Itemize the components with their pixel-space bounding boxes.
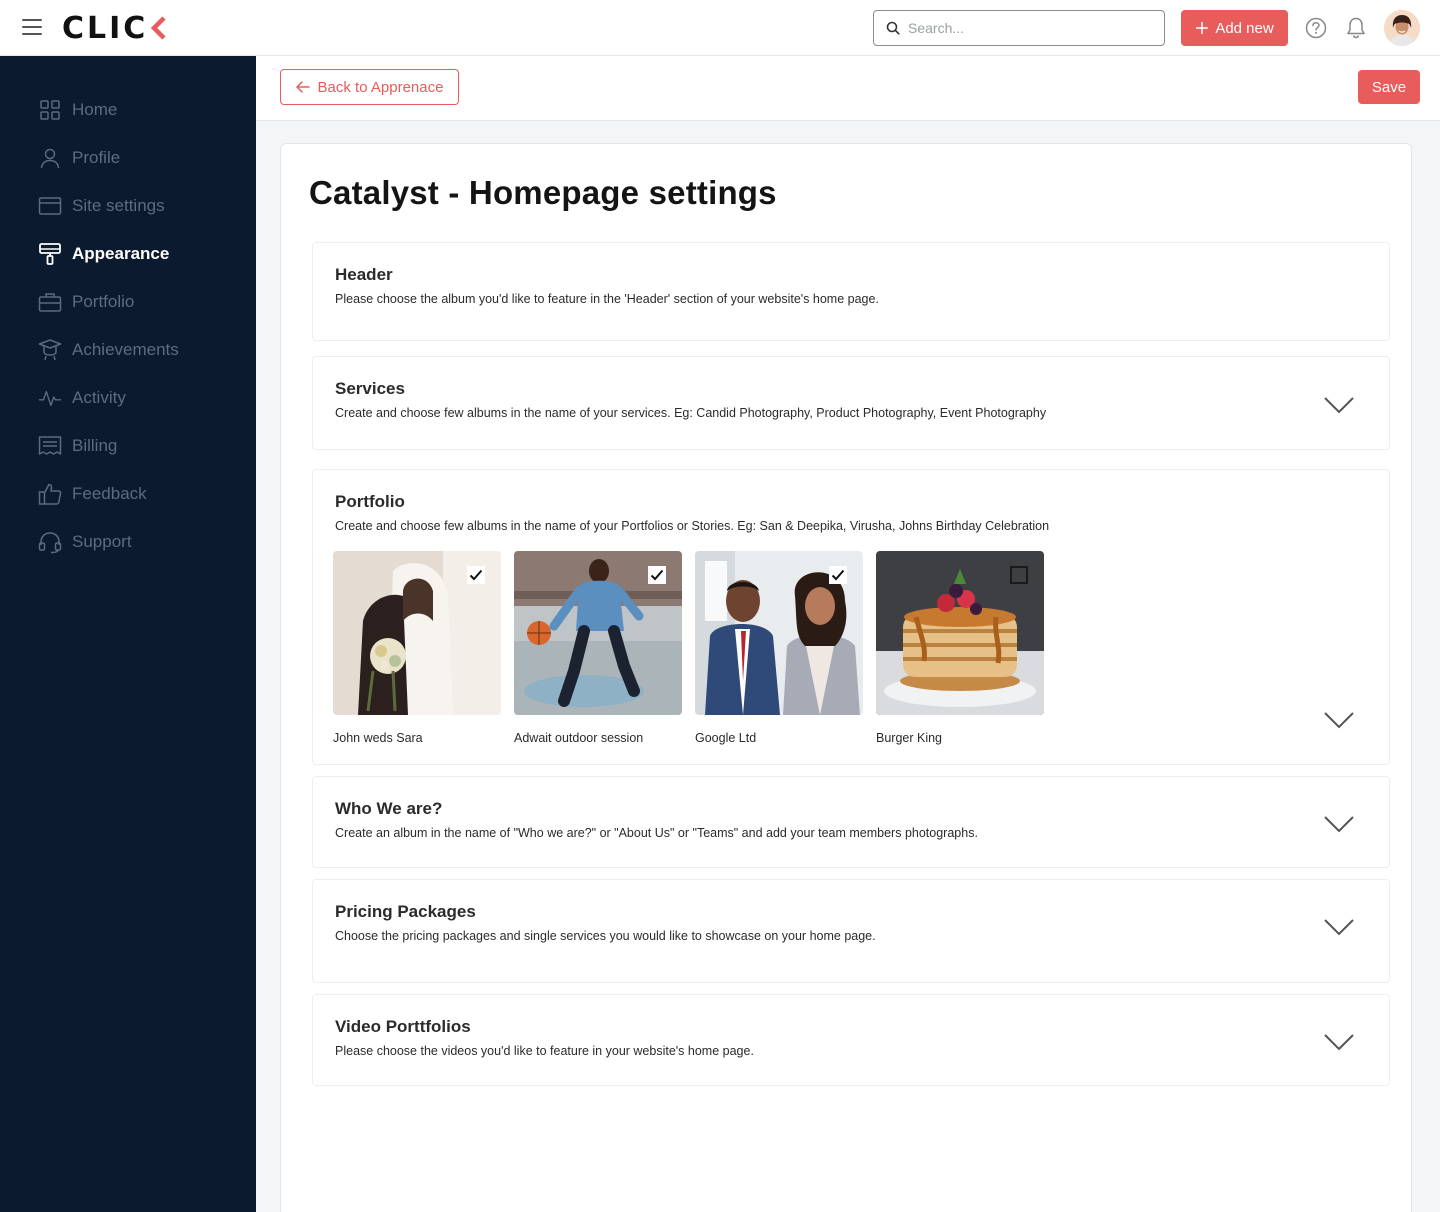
album-card[interactable]: John weds Sara — [333, 551, 501, 745]
receipt-icon — [38, 434, 62, 458]
section-pricing-packages[interactable]: Pricing Packages Choose the pricing pack… — [312, 879, 1390, 983]
album-checkbox[interactable] — [467, 566, 485, 584]
sidebar-item-achievements[interactable]: Achievements — [0, 326, 256, 374]
album-checkbox[interactable] — [1010, 566, 1028, 584]
help-icon[interactable] — [1305, 17, 1327, 39]
album-name: Google Ltd — [695, 731, 757, 745]
album-name: Adwait outdoor session — [514, 731, 644, 745]
section-description: Create an album in the name of "Who we a… — [335, 826, 978, 840]
album-name: John weds Sara — [333, 731, 423, 745]
logo-text: CLIC — [62, 10, 149, 46]
save-button[interactable]: Save — [1358, 70, 1420, 104]
sidebar-item-site-settings[interactable]: Site settings — [0, 182, 256, 230]
arrow-left-icon — [295, 81, 310, 93]
section-description: Choose the pricing packages and single s… — [335, 929, 876, 943]
sidebar-item-feedback[interactable]: Feedback — [0, 470, 256, 518]
sidebar-item-label: Site settings — [72, 196, 165, 215]
pulse-icon — [38, 386, 62, 410]
album-checkbox[interactable] — [648, 566, 666, 584]
user-avatar[interactable] — [1384, 10, 1420, 46]
checkmark-icon — [831, 569, 845, 581]
sidebar-item-home[interactable]: Home — [0, 86, 256, 134]
section-title: Who We are? — [335, 799, 443, 818]
checkmark-icon — [469, 569, 483, 581]
settings-card: Catalyst - Homepage settings Header Plea… — [280, 143, 1412, 1212]
section-video-portfolios[interactable]: Video Porttfolios Please choose the vide… — [312, 994, 1390, 1086]
sidebar-item-label: Activity — [72, 388, 126, 407]
section-title: Pricing Packages — [335, 902, 476, 921]
user-icon — [38, 146, 62, 170]
album-name: Burger King — [876, 731, 943, 745]
back-button-label: Back to Apprenace — [317, 78, 444, 96]
chevron-down-icon[interactable] — [1323, 395, 1355, 415]
notification-bell-icon[interactable] — [1345, 16, 1367, 40]
section-description: Create and choose few albums in the name… — [335, 519, 1050, 533]
album-card[interactable]: Burger King — [876, 551, 1044, 745]
album-card[interactable]: Google Ltd — [695, 551, 863, 745]
action-bar: Back to Apprenace Save — [256, 56, 1440, 121]
sidebar-item-label: Billing — [72, 436, 118, 455]
avatar-image — [1384, 10, 1420, 46]
sidebar-item-label: Support — [72, 532, 132, 551]
section-title: Header — [335, 265, 393, 284]
album-checkbox[interactable] — [829, 566, 847, 584]
sidebar-item-appearance[interactable]: Appearance — [0, 230, 256, 278]
search-input[interactable] — [908, 20, 1148, 36]
album-card[interactable]: Adwait outdoor session — [514, 551, 682, 745]
sidebar-item-profile[interactable]: Profile — [0, 134, 256, 182]
headset-icon — [38, 530, 62, 554]
section-portfolio[interactable]: Portfolio Create and choose few albums i… — [312, 469, 1390, 765]
sidebar-item-support[interactable]: Support — [0, 518, 256, 566]
chevron-down-icon[interactable] — [1323, 814, 1355, 834]
section-who-we-are[interactable]: Who We are? Create an album in the name … — [312, 776, 1390, 868]
sidebar-item-label: Home — [72, 100, 118, 119]
window-icon — [38, 194, 62, 218]
sidebar-item-label: Profile — [72, 148, 121, 167]
sidebar-item-label: Feedback — [72, 484, 147, 503]
album-thumbnail[interactable] — [876, 551, 1044, 715]
section-description: Please choose the videos you'd like to f… — [335, 1044, 754, 1058]
graduation-cap-icon — [38, 338, 62, 362]
chevron-down-icon[interactable] — [1323, 917, 1355, 937]
section-title: Services — [335, 379, 405, 398]
album-thumbnail[interactable] — [333, 551, 501, 715]
chevron-down-icon[interactable] — [1323, 710, 1355, 730]
back-button[interactable]: Back to Apprenace — [280, 69, 459, 105]
section-description: Create and choose few albums in the name… — [335, 406, 1047, 420]
section-description: Please choose the album you'd like to fe… — [335, 292, 879, 306]
sidebar-item-label: Achievements — [72, 340, 179, 359]
hamburger-menu-icon[interactable] — [22, 19, 42, 35]
search-box[interactable] — [873, 10, 1165, 46]
section-title: Portfolio — [335, 492, 405, 511]
top-bar: CLIC Add new — [0, 0, 1440, 56]
checkmark-icon — [650, 569, 664, 581]
sidebar: Home Profile Site settings Appearance Po… — [0, 56, 256, 1212]
paint-roller-icon — [38, 242, 62, 266]
chevron-down-icon[interactable] — [1323, 1032, 1355, 1052]
grid-icon — [38, 98, 62, 122]
logo[interactable]: CLIC — [62, 10, 166, 46]
sidebar-item-label: Appearance — [72, 244, 170, 263]
section-title: Video Porttfolios — [335, 1017, 471, 1036]
sidebar-item-label: Portfolio — [72, 292, 135, 311]
plus-icon — [1196, 22, 1209, 34]
page-title: Catalyst - Homepage settings — [309, 174, 777, 211]
thumbs-up-icon — [38, 482, 62, 506]
sidebar-item-billing[interactable]: Billing — [0, 422, 256, 470]
logo-chevron-icon — [151, 16, 166, 40]
add-new-button[interactable]: Add new — [1181, 10, 1288, 46]
section-header[interactable]: Header Please choose the album you'd lik… — [312, 242, 1390, 341]
album-grid: John weds Sara Adwait outdoor session Go… — [333, 551, 1044, 745]
add-new-label: Add new — [1215, 19, 1274, 37]
search-icon — [886, 21, 900, 35]
briefcase-icon — [38, 290, 62, 314]
sidebar-item-portfolio[interactable]: Portfolio — [0, 278, 256, 326]
album-thumbnail[interactable] — [514, 551, 682, 715]
album-thumbnail[interactable] — [695, 551, 863, 715]
sidebar-item-activity[interactable]: Activity — [0, 374, 256, 422]
section-services[interactable]: Services Create and choose few albums in… — [312, 356, 1390, 450]
